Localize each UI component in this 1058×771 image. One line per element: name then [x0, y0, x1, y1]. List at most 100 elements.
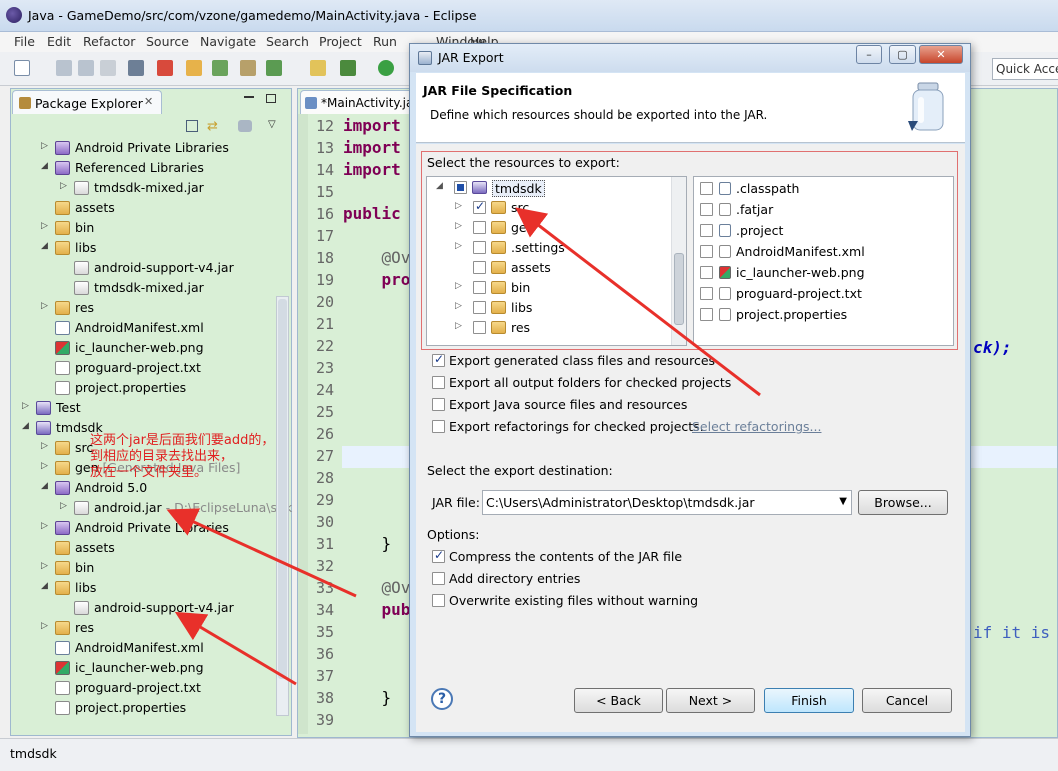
resource-checkbox[interactable] — [473, 261, 486, 274]
resource-tree-scrollbar[interactable] — [671, 177, 686, 345]
twisty-icon[interactable]: ▷ — [455, 221, 462, 231]
twisty-icon[interactable]: ▷ — [41, 141, 51, 151]
twisty-icon[interactable]: ▷ — [41, 301, 51, 311]
file-checkbox[interactable] — [700, 308, 713, 321]
maximize-view-icon[interactable] — [266, 94, 276, 103]
menu-file[interactable]: File — [14, 34, 35, 49]
option-checkbox[interactable] — [432, 376, 445, 389]
resource-checkbox[interactable] — [473, 321, 486, 334]
android-sdk-icon[interactable] — [157, 60, 173, 76]
twisty-icon[interactable]: ▷ — [41, 461, 51, 471]
resource-checkbox[interactable] — [473, 281, 486, 294]
new-icon[interactable] — [14, 60, 30, 76]
twisty-icon[interactable]: ▷ — [455, 301, 462, 311]
menu-run[interactable]: Run — [373, 34, 397, 49]
twisty-icon[interactable]: ▷ — [455, 201, 462, 211]
option-checkbox[interactable] — [432, 352, 445, 367]
twisty-icon[interactable]: ◢ — [41, 161, 51, 171]
next-button[interactable]: Next > — [666, 688, 755, 713]
package-explorer-scrollbar[interactable] — [276, 296, 289, 716]
run-icon[interactable] — [378, 60, 394, 76]
twisty-icon[interactable]: ▷ — [41, 561, 51, 571]
help-icon[interactable]: ? — [431, 688, 453, 710]
twisty-icon[interactable]: ▷ — [41, 441, 51, 451]
code-line[interactable]: } — [343, 534, 392, 553]
resource-checkbox[interactable] — [454, 181, 467, 194]
menu-edit[interactable]: Edit — [47, 34, 71, 49]
menu-navigate[interactable]: Navigate — [200, 34, 256, 49]
twisty-icon[interactable]: ▷ — [455, 241, 462, 251]
code-line[interactable]: import — [343, 138, 401, 157]
resource-checkbox[interactable] — [473, 221, 486, 234]
twisty-icon[interactable]: ▷ — [41, 221, 51, 231]
twisty-icon[interactable]: ◢ — [41, 241, 51, 251]
code-line[interactable]: pub — [343, 600, 411, 619]
minimize-window-icon[interactable]: – — [856, 45, 882, 64]
save-icon[interactable] — [56, 60, 72, 76]
option-checkbox[interactable] — [432, 572, 445, 585]
file-checkbox[interactable] — [700, 224, 713, 237]
file-checkbox[interactable] — [700, 182, 713, 195]
resource-tree-pane[interactable] — [426, 176, 687, 346]
view-menu-icon[interactable]: ▽ — [268, 119, 276, 130]
resource-checkbox[interactable] — [473, 301, 486, 314]
code-line[interactable]: import — [343, 160, 401, 179]
resource-checkbox[interactable] — [473, 199, 486, 214]
file-checkbox[interactable] — [700, 287, 713, 300]
twisty-icon[interactable]: ◢ — [436, 181, 443, 191]
twisty-icon[interactable]: ◢ — [22, 421, 32, 431]
editor-tab-mainactivity[interactable]: *MainActivity.java — [300, 90, 428, 114]
new-package-icon[interactable] — [310, 60, 326, 76]
twisty-icon[interactable]: ▷ — [60, 501, 70, 511]
collapse-all-icon[interactable] — [186, 120, 198, 132]
package-explorer-tab[interactable]: Package Explorer ✕ — [12, 90, 162, 114]
minimize-view-icon[interactable] — [244, 96, 254, 98]
code-line[interactable]: } — [343, 688, 392, 707]
menu-source[interactable]: Source — [146, 34, 189, 49]
cancel-button[interactable]: Cancel — [862, 688, 952, 713]
open-type-icon[interactable] — [186, 60, 202, 76]
jar-file-combo[interactable]: C:\Users\Administrator\Desktop\tmdsdk.ja… — [482, 490, 852, 515]
twisty-icon[interactable]: ▷ — [41, 621, 51, 631]
menu-project[interactable]: Project — [319, 34, 362, 49]
menu-search[interactable]: Search — [266, 34, 309, 49]
code-line[interactable]: import — [343, 116, 401, 135]
menu-refactor[interactable]: Refactor — [83, 34, 135, 49]
option-checkbox[interactable] — [432, 548, 445, 563]
code-line[interactable]: pro — [343, 270, 411, 289]
maximize-window-icon[interactable]: ▢ — [889, 45, 916, 64]
finish-button[interactable]: Finish — [764, 688, 854, 713]
skip-breakpoints-icon[interactable] — [128, 60, 144, 76]
code-line[interactable]: @Ov — [343, 248, 411, 267]
twisty-icon[interactable]: ◢ — [41, 581, 51, 591]
select-refactorings-link[interactable]: Select refactorings... — [692, 419, 821, 434]
twisty-icon[interactable]: ▷ — [41, 521, 51, 531]
option-checkbox[interactable] — [432, 398, 445, 411]
file-checkbox[interactable] — [700, 245, 713, 258]
build-icon[interactable] — [212, 60, 228, 76]
twisty-icon[interactable]: ▷ — [60, 181, 70, 191]
twisty-icon[interactable]: ▷ — [455, 281, 462, 291]
filter-icon[interactable] — [238, 120, 252, 132]
chevron-down-icon[interactable]: ▼ — [839, 496, 847, 507]
link-with-editor-icon[interactable]: ⇄ — [207, 119, 223, 134]
close-window-icon[interactable]: ✕ — [919, 45, 963, 64]
toggle-icon[interactable] — [240, 60, 256, 76]
scrollbar-thumb[interactable] — [278, 299, 287, 679]
code-line[interactable]: public — [343, 204, 401, 223]
option-checkbox[interactable] — [432, 594, 445, 607]
back-button[interactable]: < Back — [574, 688, 663, 713]
option-checkbox[interactable] — [432, 420, 445, 433]
quick-access-input[interactable]: Quick Access — [992, 58, 1058, 80]
file-checkbox[interactable] — [700, 203, 713, 216]
debug-icon[interactable] — [340, 60, 356, 76]
twisty-icon[interactable]: ▷ — [22, 401, 32, 411]
check-icon[interactable] — [266, 60, 282, 76]
close-icon[interactable]: ✕ — [144, 95, 153, 108]
file-checkbox[interactable] — [700, 266, 713, 279]
resource-checkbox[interactable] — [473, 241, 486, 254]
save-all-icon[interactable] — [78, 60, 94, 76]
print-icon[interactable] — [100, 60, 116, 76]
twisty-icon[interactable]: ◢ — [41, 481, 51, 491]
scrollbar-thumb[interactable] — [674, 253, 684, 325]
